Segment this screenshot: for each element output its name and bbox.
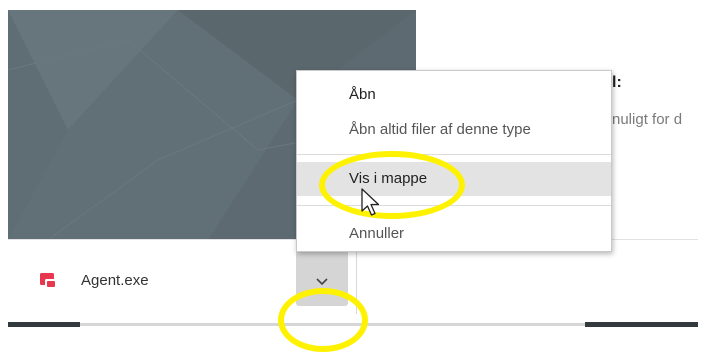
- menu-item-open[interactable]: Åbn: [297, 78, 611, 112]
- shelf-edge-right: [585, 322, 698, 327]
- menu-item-show-in-folder[interactable]: Vis i mappe: [297, 162, 611, 196]
- app-file-icon: [40, 273, 57, 289]
- download-item[interactable]: Agent.exe: [8, 240, 358, 322]
- screenshot-stage: l: nuligt for d Agent.exe Åbn Åbn altid …: [0, 0, 706, 354]
- menu-item-cancel[interactable]: Annuller: [297, 217, 611, 251]
- page-heading-fragment: l:: [612, 74, 622, 91]
- page-text-fragment: nuligt for d: [612, 111, 683, 128]
- shelf-edge-left: [8, 322, 80, 327]
- menu-separator: [297, 205, 611, 206]
- download-options-button[interactable]: [296, 246, 348, 306]
- chevron-down-icon: [316, 278, 328, 286]
- arrow-cursor-icon: [361, 188, 380, 216]
- menu-separator: [297, 154, 611, 155]
- download-item-divider: [356, 250, 357, 314]
- download-file-name[interactable]: Agent.exe: [81, 272, 149, 289]
- menu-item-always-open-type[interactable]: Åbn altid filer af denne type: [297, 113, 611, 147]
- download-context-menu: Åbn Åbn altid filer af denne type Vis i …: [296, 70, 612, 252]
- shelf-bottom-line: [80, 323, 585, 326]
